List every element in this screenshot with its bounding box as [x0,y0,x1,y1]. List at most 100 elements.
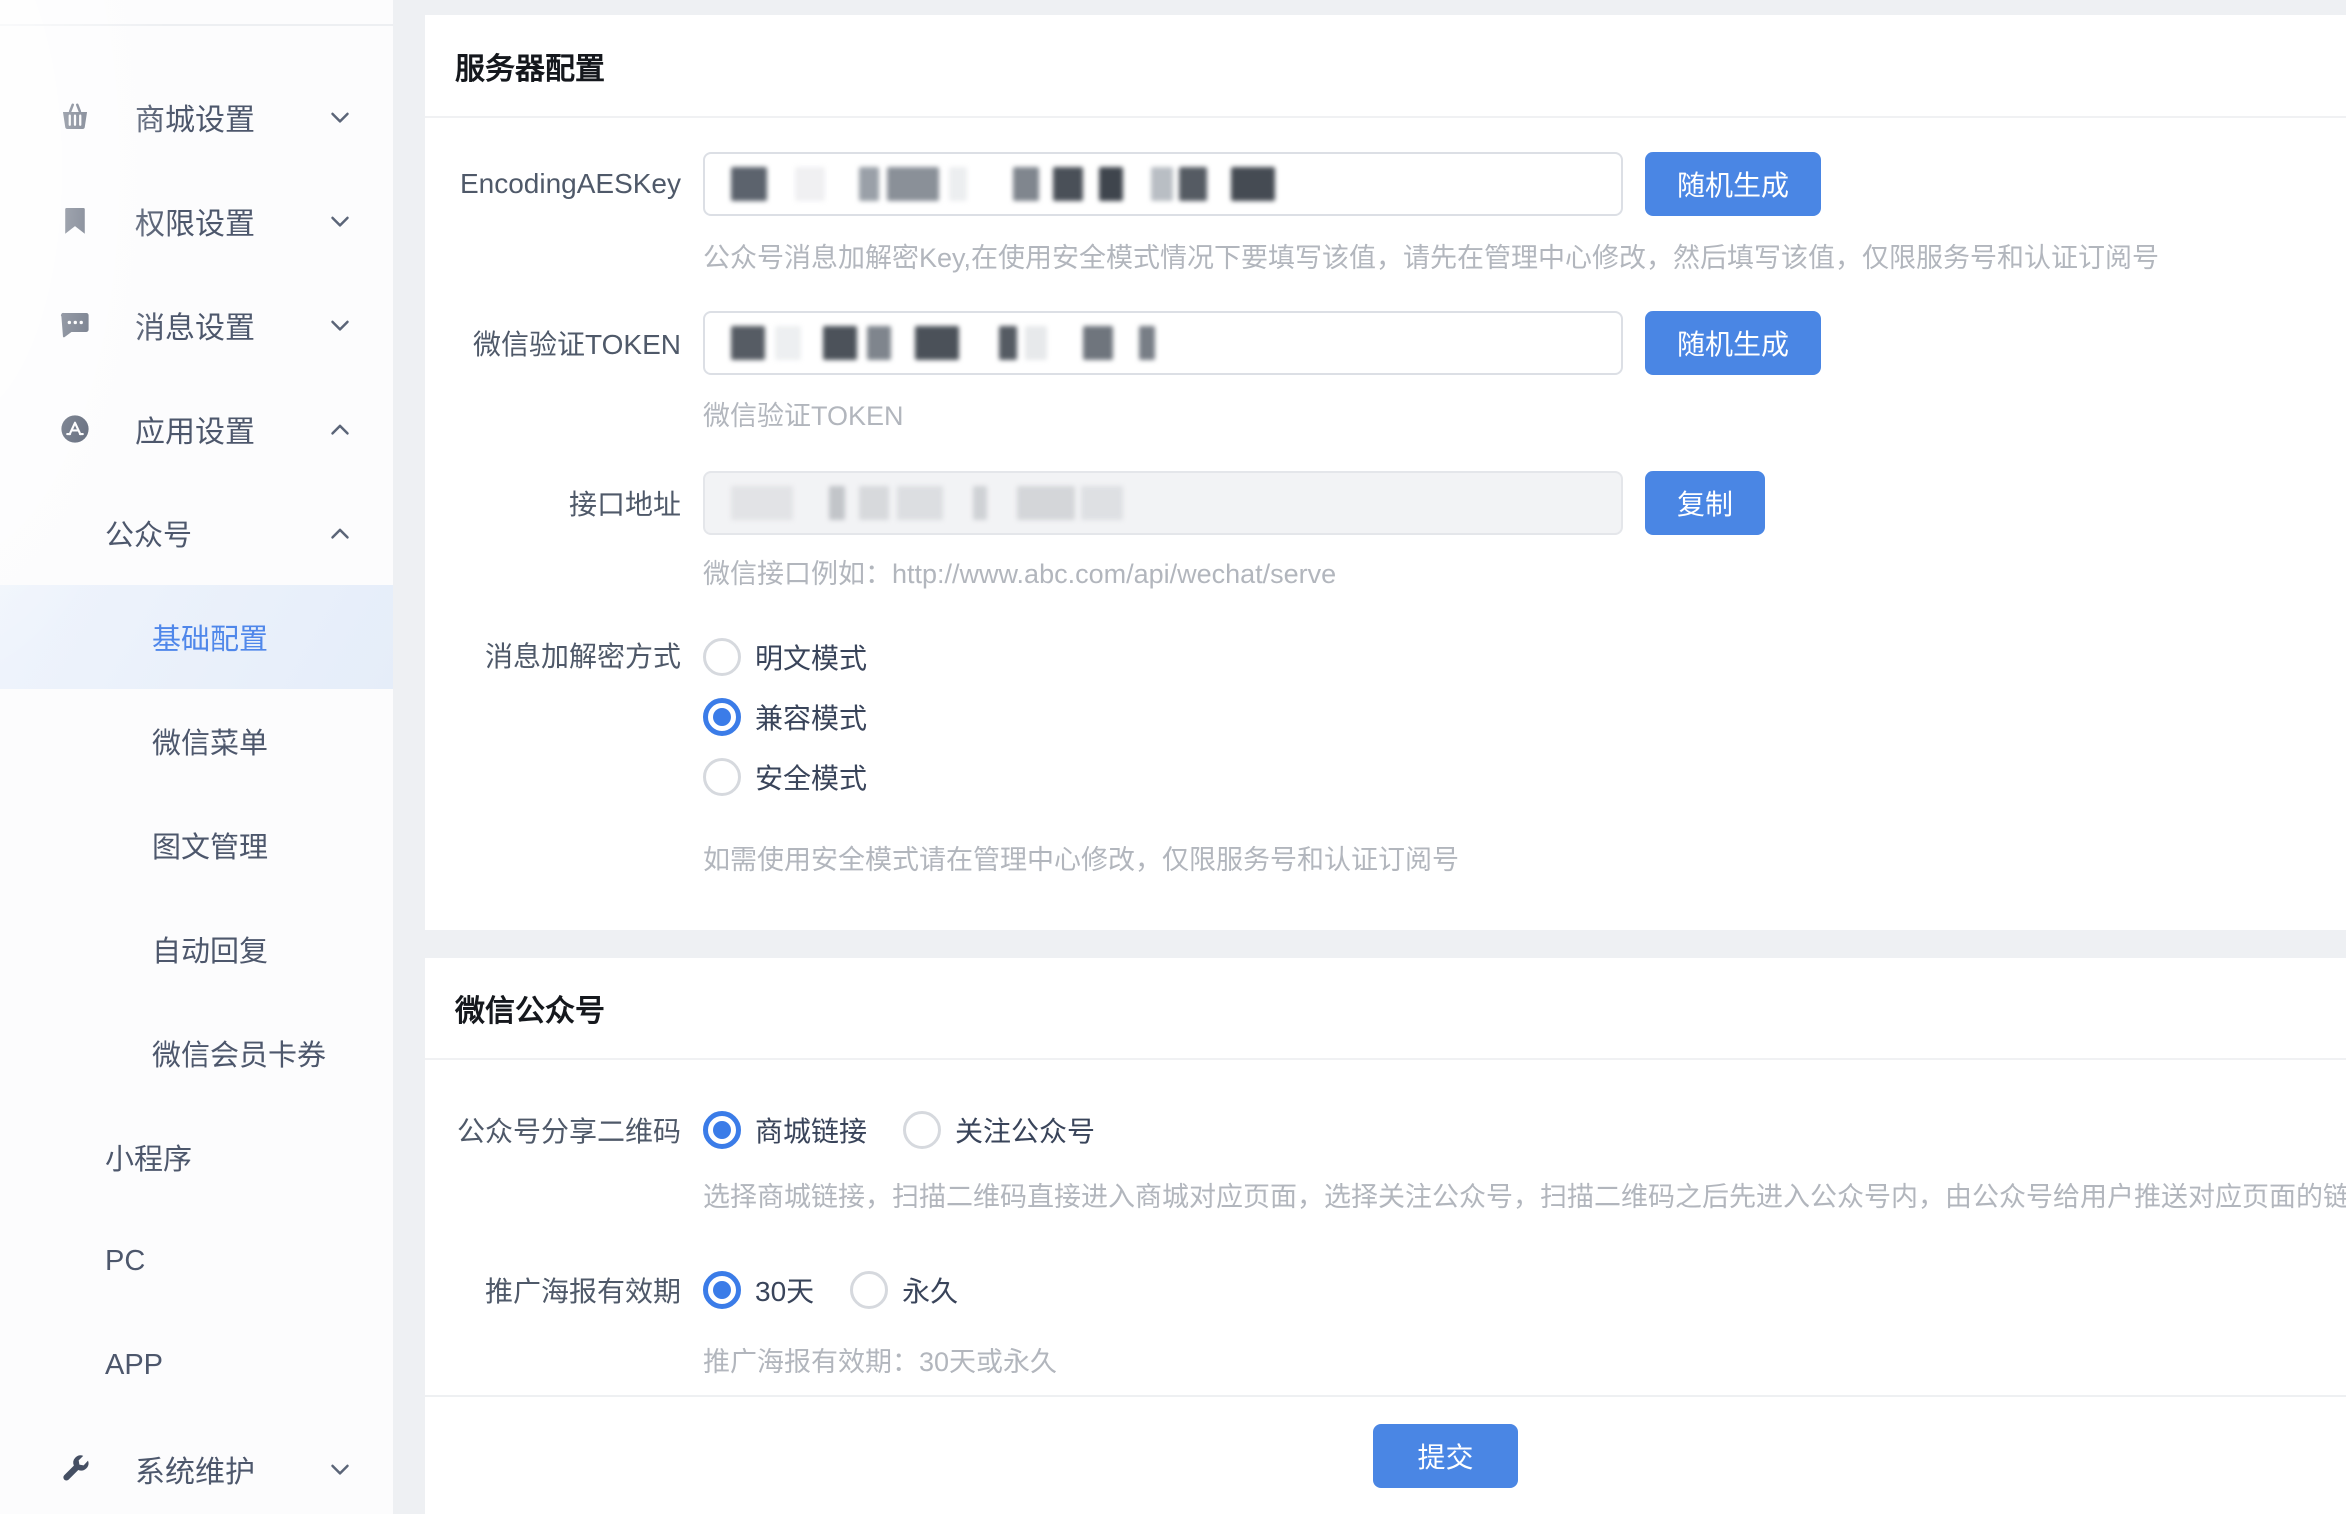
wechat-official-card: 微信公众号 公众号分享二维码 商城链接 关注公众号 选择商城链接，扫描二维码直接进… [425,958,2346,1395]
share-qrcode-help: 选择商城链接，扫描二维码直接进入商城对应页面，选择关注公众号，扫描二维码之后先进… [703,1181,2346,1213]
sidebar-item-小程序[interactable]: 小程序 [0,1105,393,1209]
sidebar-item-label: 自动回复 [152,928,268,970]
sidebar-item-label: 图文管理 [152,824,268,866]
radio-option-永久[interactable]: 永久 [850,1266,958,1314]
radio-option-label: 30天 [755,1270,814,1310]
page: 商城设置权限设置消息设置应用设置公众号基础配置微信菜单图文管理自动回复微信会员卡… [0,0,2346,1514]
wechat-token-row: 微信验证TOKEN 随机生成 [425,311,2346,375]
sidebar: 商城设置权限设置消息设置应用设置公众号基础配置微信菜单图文管理自动回复微信会员卡… [0,0,393,1514]
poster-validity-radio-group: 30天 永久 [703,1266,994,1314]
poster-validity-row: 推广海报有效期 30天 永久 [425,1266,2346,1314]
api-url-help: 微信接口例如：http://www.abc.com/api/wechat/ser… [703,558,2346,590]
api-url-label: 接口地址 [425,483,681,523]
chevron-down-icon [325,206,355,236]
encoding-aes-key-row: EncodingAESKey [425,152,2346,216]
sidebar-item-label: PC [105,1245,145,1278]
encoding-aes-key-input[interactable] [703,152,1623,216]
radio-option-兼容模式[interactable]: 兼容模式 [703,693,867,741]
sidebar-menu: 商城设置权限设置消息设置应用设置公众号基础配置微信菜单图文管理自动回复微信会员卡… [0,65,393,1514]
sidebar-item-消息设置[interactable]: 消息设置 [0,273,393,377]
encoding-aes-key-label: EncodingAESKey [425,168,681,200]
sidebar-item-label: 微信菜单 [152,720,268,762]
share-qrcode-row: 公众号分享二维码 商城链接 关注公众号 [425,1106,2346,1154]
sidebar-item-app[interactable]: APP [0,1313,393,1417]
crypt-mode-row: 消息加解密方式 明文模式兼容模式安全模式 [425,633,2346,813]
redacted-value [731,167,1275,201]
share-qrcode-radio-group: 商城链接 关注公众号 [703,1106,1131,1154]
chevron-up-icon [325,518,355,548]
wrench-icon [57,1451,93,1487]
sidebar-item-基础配置[interactable]: 基础配置 [0,585,393,689]
radio-checked-icon[interactable] [703,1111,741,1149]
sidebar-item-label: 系统维护 [135,1447,255,1491]
section-title-server: 服务器配置 [425,15,2346,118]
radio-option-商城链接[interactable]: 商城链接 [703,1106,867,1154]
sidebar-item-微信菜单[interactable]: 微信菜单 [0,689,393,793]
sidebar-divider [0,24,393,26]
radio-option-label: 兼容模式 [755,697,867,737]
sidebar-item-pc[interactable]: PC [0,1209,393,1313]
radio-unchecked-icon[interactable] [903,1111,941,1149]
radio-option-label: 安全模式 [755,757,867,797]
radio-unchecked-icon[interactable] [703,638,741,676]
api-url-copy-button[interactable]: 复制 [1645,471,1765,535]
redacted-value [731,486,1123,520]
radio-option-明文模式[interactable]: 明文模式 [703,633,867,681]
radio-checked-icon[interactable] [703,698,741,736]
radio-unchecked-icon[interactable] [850,1271,888,1309]
wechat-token-help: 微信验证TOKEN [703,400,2346,432]
sidebar-item-应用设置[interactable]: 应用设置 [0,377,393,481]
sidebar-item-label: 商城设置 [135,95,255,139]
sidebar-item-label: 微信会员卡券 [152,1032,326,1074]
sidebar-item-权限设置[interactable]: 权限设置 [0,169,393,273]
chevron-down-icon [325,102,355,132]
share-qrcode-label: 公众号分享二维码 [425,1110,681,1150]
submit-button[interactable]: 提交 [1373,1424,1517,1488]
radio-option-label: 明文模式 [755,637,867,677]
wechat-token-label: 微信验证TOKEN [425,323,681,363]
radio-option-关注公众号[interactable]: 关注公众号 [903,1106,1095,1154]
api-url-row: 接口地址 复制 [425,471,2346,535]
crypt-mode-radio-group: 明文模式兼容模式安全模式 [703,633,867,813]
radio-option-label: 永久 [902,1270,958,1310]
form-footer: 提交 [425,1395,2346,1514]
radio-option-label: 关注公众号 [955,1110,1095,1150]
bookmark-icon [57,203,93,239]
sidebar-item-公众号[interactable]: 公众号 [0,481,393,585]
radio-option-label: 商城链接 [755,1110,867,1150]
redacted-value [731,326,1155,360]
sidebar-item-微信会员卡券[interactable]: 微信会员卡券 [0,1001,393,1105]
crypt-mode-label: 消息加解密方式 [425,633,681,681]
aes-generate-button[interactable]: 随机生成 [1645,152,1821,216]
radio-option-30天[interactable]: 30天 [703,1266,814,1314]
poster-validity-label: 推广海报有效期 [425,1270,681,1310]
chevron-up-icon [325,414,355,444]
api-url-input [703,471,1623,535]
wechat-token-input[interactable] [703,311,1623,375]
poster-validity-help: 推广海报有效期：30天或永久 [703,1346,2346,1378]
radio-option-安全模式[interactable]: 安全模式 [703,753,867,801]
sidebar-item-商城设置[interactable]: 商城设置 [0,65,393,169]
sidebar-item-label: 基础配置 [152,616,268,658]
chevron-down-icon [325,1454,355,1484]
sidebar-item-label: 权限设置 [135,199,255,243]
crypt-mode-help: 如需使用安全模式请在管理中心修改，仅限服务号和认证订阅号 [703,844,2346,876]
appstore-icon [57,411,93,447]
sidebar-item-自动回复[interactable]: 自动回复 [0,897,393,1001]
sidebar-item-label: 公众号 [105,512,192,554]
sidebar-item-系统维护[interactable]: 系统维护 [0,1417,393,1514]
basket-icon [57,99,93,135]
server-config-card: 服务器配置 EncodingAESKey [425,15,2346,930]
message-icon [57,307,93,343]
sidebar-item-label: APP [105,1349,163,1382]
sidebar-item-label: 应用设置 [135,407,255,451]
sidebar-item-label: 消息设置 [135,303,255,347]
section-title-wechat: 微信公众号 [425,958,2346,1060]
sidebar-item-图文管理[interactable]: 图文管理 [0,793,393,897]
sidebar-item-label: 小程序 [105,1136,192,1178]
token-generate-button[interactable]: 随机生成 [1645,311,1821,375]
radio-unchecked-icon[interactable] [703,758,741,796]
chevron-down-icon [325,310,355,340]
radio-checked-icon[interactable] [703,1271,741,1309]
encoding-aes-key-help: 公众号消息加解密Key,在使用安全模式情况下要填写该值，请先在管理中心修改，然后… [703,242,2346,274]
